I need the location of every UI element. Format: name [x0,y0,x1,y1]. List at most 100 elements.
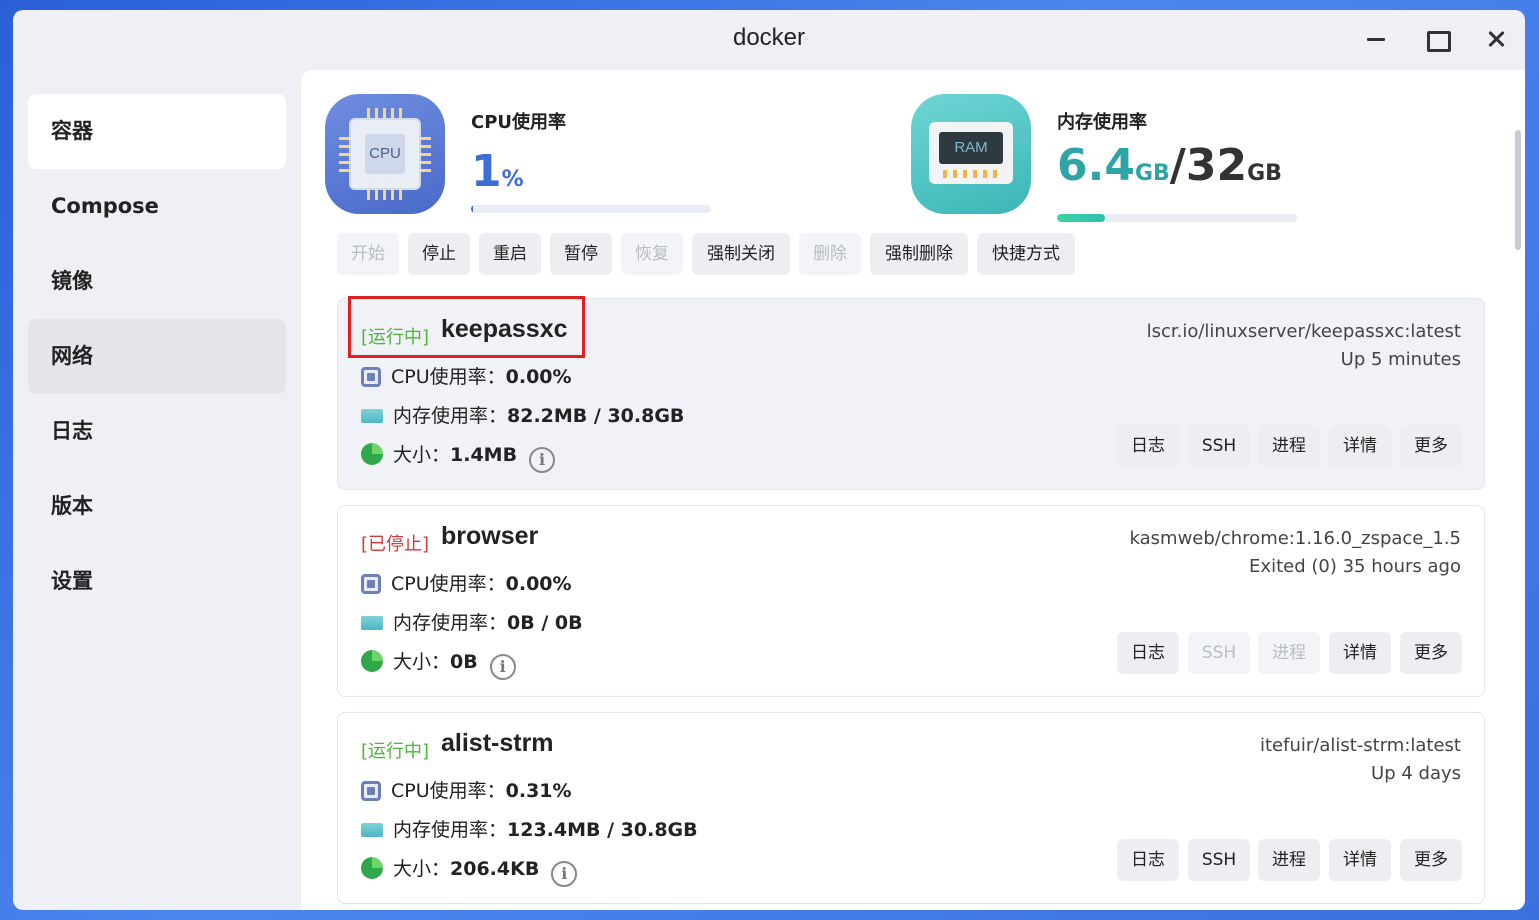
size-label: 大小： [393,444,451,466]
container-status: [运行中] [361,327,430,348]
details-button[interactable]: 详情 [1329,632,1391,674]
container-cpu: CPU使用率：0.00% [361,569,572,596]
pie-chart-icon [361,857,383,879]
cpu-value: 0.00% [505,366,572,388]
container-memory: 内存使用率：82.2MB / 30.8GB [361,401,684,428]
shortcut-button[interactable]: 快捷方式 [977,233,1075,275]
sidebar-item-settings[interactable]: 设置 [28,544,286,619]
ram-icon-label: RAM [939,132,1003,164]
ssh-button[interactable]: SSH [1188,632,1250,674]
size-value: 1.4MB [450,444,518,466]
delete-button[interactable]: 删除 [799,233,861,275]
cpu-label: CPU使用率： [391,780,506,802]
container-card-keepassxc[interactable]: [运行中] keepassxc lscr.io/linuxserver/keep… [337,296,1485,490]
sidebar-item-compose[interactable]: Compose [28,169,286,244]
sidebar-item-images[interactable]: 镜像 [28,244,286,319]
memory-value: 82.2MB / 30.8GB [507,405,685,427]
memory-usage-value: 6.4GB/32GB [1057,140,1282,191]
cpu-usage-bar [471,205,711,213]
container-size: 大小：0B i [361,647,516,680]
memory-small-icon [361,823,383,837]
container-image: kasmweb/chrome:1.16.0_zspace_1.5 [1129,528,1461,549]
force-stop-button[interactable]: 强制关闭 [692,233,790,275]
sidebar-item-network[interactable]: 网络 [28,319,286,394]
processes-button[interactable]: 进程 [1258,839,1320,881]
container-card-browser[interactable]: [已停止] browser kasmweb/chrome:1.16.0_zspa… [337,505,1485,697]
memory-label: 内存使用率： [393,819,508,841]
sidebar-item-logs[interactable]: 日志 [28,394,286,469]
info-icon[interactable]: i [529,447,556,473]
memory-usage-label: 内存使用率 [1057,112,1147,133]
memory-usage-bar-fill [1057,214,1105,222]
container-uptime: Exited (0) 35 hours ago [1249,556,1461,577]
container-size: 大小：1.4MB i [361,440,556,473]
details-button[interactable]: 详情 [1329,839,1391,881]
container-name: alist-strm [441,729,554,757]
cpu-small-icon [361,367,381,387]
minimize-button[interactable] [1363,26,1389,52]
cpu-label: CPU使用率： [391,366,506,388]
pie-chart-icon [361,443,383,465]
memory-used-unit: GB [1134,161,1170,186]
logs-button[interactable]: 日志 [1117,425,1179,467]
size-label: 大小： [393,651,451,673]
app-window: docker 容器 Compose 镜像 网络 日志 版本 设置 CPU CPU… [13,10,1525,910]
sidebar-item-version[interactable]: 版本 [28,469,286,544]
memory-separator: / [1169,140,1186,191]
cpu-value: 0.00% [505,573,572,595]
container-image: lscr.io/linuxserver/keepassxc:latest [1146,321,1461,342]
pie-chart-icon [361,650,383,672]
ssh-button[interactable]: SSH [1188,839,1250,881]
container-status: [运行中] [361,741,430,762]
cpu-usage-label: CPU使用率 [471,112,567,133]
main-panel: CPU CPU使用率 1% RAM 内存使用率 6.4GB/32GB 开始 停止… [301,70,1525,910]
container-uptime: Up 5 minutes [1340,349,1461,370]
processes-button[interactable]: 进程 [1258,425,1320,467]
title-bar: docker [13,10,1525,70]
memory-small-icon [361,409,383,423]
container-card-alist-strm[interactable]: [运行中] alist-strm itefuir/alist-strm:late… [337,712,1485,904]
memory-label: 内存使用率： [393,612,508,634]
size-value: 0B [450,651,478,673]
container-image: itefuir/alist-strm:latest [1259,735,1461,756]
sidebar-item-containers[interactable]: 容器 [28,94,286,169]
more-button[interactable]: 更多 [1400,839,1462,881]
memory-total: 32 [1185,140,1248,191]
start-button[interactable]: 开始 [337,233,399,275]
resume-button[interactable]: 恢复 [621,233,683,275]
ssh-button[interactable]: SSH [1188,425,1250,467]
processes-button[interactable]: 进程 [1258,632,1320,674]
info-icon[interactable]: i [551,861,578,887]
details-button[interactable]: 详情 [1329,425,1391,467]
more-button[interactable]: 更多 [1400,425,1462,467]
pause-button[interactable]: 暂停 [550,233,612,275]
cpu-icon-label: CPU [365,134,405,174]
container-cpu: CPU使用率：0.31% [361,776,572,803]
cpu-usage-value: 1% [471,146,524,197]
force-delete-button[interactable]: 强制删除 [870,233,968,275]
info-icon[interactable]: i [489,654,516,680]
memory-label: 内存使用率： [393,405,508,427]
restart-button[interactable]: 重启 [479,233,541,275]
cpu-small-icon [361,574,381,594]
container-cpu: CPU使用率：0.00% [361,362,572,389]
container-uptime: Up 4 days [1371,763,1461,784]
logs-button[interactable]: 日志 [1117,632,1179,674]
container-memory: 内存使用率：0B / 0B [361,608,583,635]
cpu-icon: CPU [325,94,445,214]
maximize-button[interactable] [1423,26,1451,52]
size-label: 大小： [393,858,451,880]
memory-value: 123.4MB / 30.8GB [507,819,698,841]
cpu-usage-number: 1 [471,146,502,197]
window-title: docker [732,24,806,51]
cpu-small-icon [361,781,381,801]
logs-button[interactable]: 日志 [1117,839,1179,881]
more-button[interactable]: 更多 [1400,632,1462,674]
stop-button[interactable]: 停止 [408,233,470,275]
memory-total-unit: GB [1247,161,1282,186]
size-value: 206.4KB [450,858,540,880]
sidebar: 容器 Compose 镜像 网络 日志 版本 设置 [28,94,286,619]
container-memory: 内存使用率：123.4MB / 30.8GB [361,815,698,842]
scrollbar[interactable] [1515,130,1521,250]
close-button[interactable] [1483,26,1509,52]
